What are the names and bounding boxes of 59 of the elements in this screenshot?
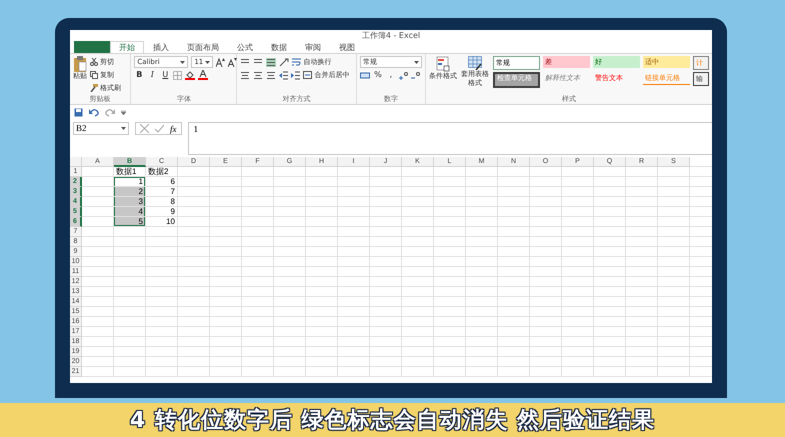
shrink-font-icon[interactable] — [228, 58, 238, 66]
increase-indent-icon[interactable] — [291, 70, 300, 80]
font-color-icon[interactable] — [198, 70, 208, 80]
ribbon-tab[interactable]: 开始 — [110, 41, 144, 53]
table-cell[interactable]: 1 — [114, 177, 146, 187]
currency-icon[interactable] — [360, 70, 370, 80]
window-title: 工作簿4 - Excel — [360, 30, 422, 41]
bold-button[interactable]: B — [134, 69, 144, 81]
merge-cells-icon — [303, 71, 312, 79]
customize-icon[interactable] — [121, 110, 126, 114]
table-cell[interactable]: 7 — [146, 187, 178, 197]
table-cell[interactable]: 8 — [146, 197, 178, 207]
insert-function-button[interactable]: fx — [170, 124, 176, 134]
paintbrush-icon — [90, 84, 98, 92]
align-right-icon[interactable] — [266, 70, 276, 80]
underline-button[interactable]: U — [160, 69, 170, 81]
ribbon-tab[interactable]: 公式 — [228, 41, 262, 53]
decrease-indent-icon[interactable] — [279, 70, 288, 80]
align-left-icon[interactable] — [240, 70, 250, 80]
ribbon-tab[interactable]: 插入 — [144, 41, 178, 53]
table-cell[interactable]: 2 — [114, 187, 146, 197]
increase-decimal-icon[interactable] — [398, 70, 408, 80]
caret-icon — [121, 127, 126, 130]
caption-text: 4 转化位数字后 绿色标志会自动消失 然后验证结果 — [130, 406, 656, 435]
table-cell[interactable]: 数据2 — [146, 167, 178, 177]
copy-icon — [90, 71, 98, 79]
scissors-icon — [90, 58, 98, 66]
ribbon-tab[interactable]: 视图 — [330, 41, 364, 53]
ribbon-tab[interactable]: 审阅 — [296, 41, 330, 53]
name-box[interactable]: B2 — [73, 122, 129, 135]
grow-font-icon[interactable] — [216, 58, 226, 66]
conditional-format-icon — [436, 56, 450, 72]
caret-icon — [414, 60, 419, 64]
save-icon[interactable] — [74, 108, 83, 116]
percent-button[interactable]: % — [372, 69, 383, 81]
formula-input[interactable]: 1 — [188, 122, 712, 155]
table-cell[interactable]: 9 — [146, 207, 178, 217]
ribbon-tab[interactable]: 页面布局 — [178, 41, 228, 53]
check-icon[interactable] — [155, 124, 164, 133]
orientation-icon[interactable] — [279, 58, 290, 66]
table-cell[interactable]: 5 — [114, 217, 146, 227]
table-format-icon — [468, 56, 482, 70]
table-cell[interactable]: 6 — [146, 177, 178, 187]
ribbon-tab[interactable]: 数据 — [262, 41, 296, 53]
comma-button[interactable]: , — [386, 69, 396, 81]
clipboard-icon — [73, 56, 87, 72]
caret-icon — [180, 60, 186, 64]
table-cell[interactable]: 4 — [114, 207, 146, 217]
align-bottom-icon[interactable] — [266, 58, 276, 66]
italic-button[interactable]: I — [147, 69, 158, 81]
table-cell[interactable]: 3 — [114, 197, 146, 207]
table-cell[interactable]: 10 — [146, 217, 178, 227]
border-icon[interactable] — [173, 70, 182, 80]
fill-color-icon[interactable] — [185, 70, 196, 80]
caret-icon — [205, 60, 210, 64]
undo-icon[interactable] — [89, 108, 99, 116]
align-center-icon[interactable] — [253, 70, 264, 80]
decrease-decimal-icon[interactable] — [410, 70, 420, 80]
wrap-text-icon — [292, 58, 302, 66]
